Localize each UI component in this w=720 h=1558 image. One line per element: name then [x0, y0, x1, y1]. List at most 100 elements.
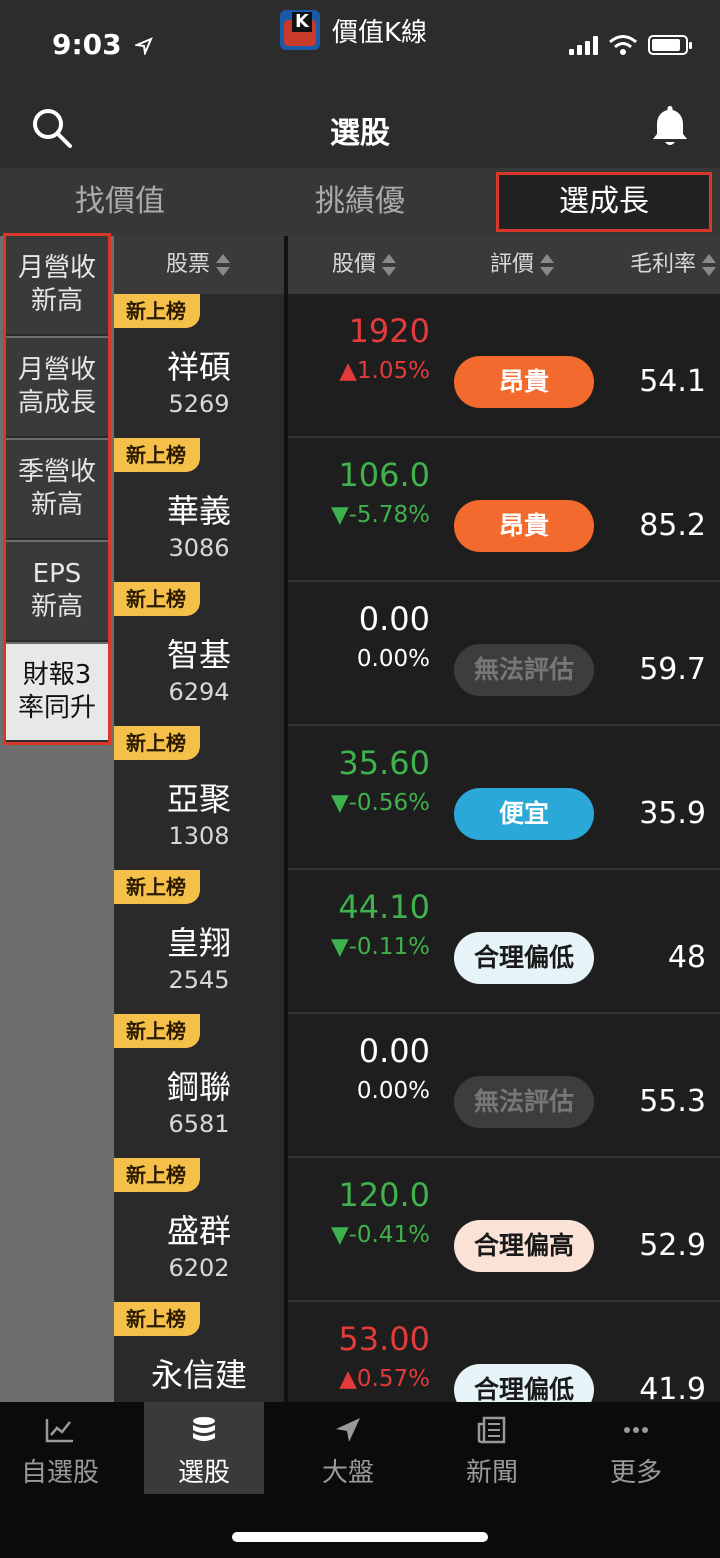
tab-more[interactable]: 更多	[576, 1402, 696, 1494]
stock-code: 3086	[168, 534, 230, 562]
price-change: 0.00%	[356, 1078, 430, 1104]
stock-code: 2545	[168, 966, 230, 994]
stock-name: 亞聚	[166, 780, 231, 818]
sidebar-highlight-frame	[3, 233, 111, 745]
home-indicator[interactable]	[232, 1532, 488, 1542]
rating-pill: 昂貴	[454, 356, 594, 408]
status-bar: 9:03 K 價值K線	[0, 0, 720, 90]
wifi-icon	[609, 35, 637, 55]
tab-market[interactable]: 大盤	[288, 1402, 408, 1494]
news-icon	[477, 1416, 506, 1444]
tab-stock-picker[interactable]: 選股	[144, 1402, 264, 1494]
app-name: 價值K線	[332, 17, 428, 48]
nav-bar: 選股	[0, 90, 720, 168]
tab-watchlist[interactable]: 自選股	[0, 1402, 120, 1494]
signal-icon	[569, 35, 598, 55]
stock-code: 1308	[168, 822, 230, 850]
stock-name: 鋼聯	[166, 1068, 231, 1106]
stock-price: 0.00	[358, 600, 430, 638]
stock-price: 106.0	[338, 456, 430, 494]
table-header: 股票 股價 評價 毛利率	[114, 236, 720, 294]
rating-pill: 無法評估	[454, 644, 594, 696]
filter-sidebar: 月營收 新高 月營收 高成長 季營收 新高 EPS 新高 財報3 率同升	[0, 233, 114, 1402]
gross-margin: 59.7	[639, 652, 706, 687]
new-listing-badge: 新上榜	[114, 870, 200, 904]
table-row[interactable]: 新上榜 智基 6294 0.00 0.00% 無法評估 59.7	[114, 582, 720, 726]
tab-news[interactable]: 新聞	[432, 1402, 552, 1494]
gross-margin: 85.2	[639, 508, 706, 543]
table-row[interactable]: 新上榜 皇翔 2545 44.10 ▼-0.11% 合理偏低 48	[114, 870, 720, 1014]
status-time: 9:03	[52, 28, 154, 61]
chart-icon	[45, 1419, 73, 1443]
rating-pill: 合理偏低	[454, 932, 594, 984]
price-change: ▼-5.78%	[330, 502, 430, 528]
price-change: ▲1.05%	[339, 358, 430, 384]
more-icon	[624, 1427, 648, 1433]
stock-code: 5269	[168, 390, 230, 418]
header-margin[interactable]: 毛利率	[630, 236, 717, 294]
stock-price: 0.00	[358, 1032, 430, 1070]
price-change: ▼-0.56%	[330, 790, 430, 816]
bell-icon[interactable]	[646, 102, 694, 150]
app-logo: K	[280, 10, 320, 50]
gross-margin: 35.9	[639, 796, 706, 831]
tab-pick-growth[interactable]: 選成長	[496, 172, 712, 232]
stock-price: 1920	[348, 312, 430, 350]
stock-list: 新上榜 祥碩 5269 1920 ▲1.05% 昂貴 54.1 新上榜 華義 3…	[114, 294, 720, 1402]
table-row[interactable]: 新上榜 永信建 53.00 ▲0.57% 合理偏低 41.9	[114, 1302, 720, 1402]
gross-margin: 48	[667, 940, 706, 975]
stock-code: 6294	[168, 678, 230, 706]
new-listing-badge: 新上榜	[114, 294, 200, 328]
rating-pill: 合理偏高	[454, 1220, 594, 1272]
stock-code: 6202	[168, 1254, 230, 1282]
rating-pill: 昂貴	[454, 500, 594, 552]
category-tabs: 找價值 挑績優 選成長	[0, 168, 720, 236]
stock-name: 皇翔	[166, 924, 231, 962]
stock-price: 44.10	[338, 888, 430, 926]
rating-pill: 合理偏低	[454, 1364, 594, 1402]
sort-icon	[540, 253, 555, 277]
stock-price: 35.60	[338, 744, 430, 782]
new-listing-badge: 新上榜	[114, 1302, 200, 1336]
stock-name: 智基	[166, 636, 231, 674]
new-listing-badge: 新上榜	[114, 1158, 200, 1192]
stock-price: 53.00	[338, 1320, 430, 1358]
database-icon	[193, 1417, 215, 1441]
page-title: 選股	[330, 116, 390, 151]
table-row[interactable]: 新上榜 祥碩 5269 1920 ▲1.05% 昂貴 54.1	[114, 294, 720, 438]
stock-name: 盛群	[166, 1212, 231, 1250]
header-stock[interactable]: 股票	[166, 236, 231, 294]
battery-icon	[648, 35, 692, 55]
header-rating[interactable]: 評價	[490, 236, 555, 294]
table-row[interactable]: 新上榜 鋼聯 6581 0.00 0.00% 無法評估 55.3	[114, 1014, 720, 1158]
gross-margin: 54.1	[639, 364, 706, 399]
stock-name: 華義	[166, 492, 231, 530]
tab-find-value[interactable]: 找價值	[0, 168, 240, 236]
sort-icon	[382, 253, 397, 277]
navigation-icon	[336, 1418, 360, 1442]
new-listing-badge: 新上榜	[114, 582, 200, 616]
gross-margin: 55.3	[639, 1084, 706, 1119]
tab-pick-performance[interactable]: 挑績優	[240, 168, 480, 236]
gross-margin: 41.9	[639, 1372, 706, 1402]
stock-name: 永信建	[150, 1356, 247, 1394]
stock-code: 6581	[168, 1110, 230, 1138]
price-change: ▼-0.11%	[330, 934, 430, 960]
header-price[interactable]: 股價	[332, 236, 397, 294]
gross-margin: 52.9	[639, 1228, 706, 1263]
new-listing-badge: 新上榜	[114, 726, 200, 760]
table-row[interactable]: 新上榜 盛群 6202 120.0 ▼-0.41% 合理偏高 52.9	[114, 1158, 720, 1302]
rating-pill: 無法評估	[454, 1076, 594, 1128]
app-indicator: K 價值K線	[280, 8, 427, 52]
price-change: 0.00%	[356, 646, 430, 672]
sort-icon	[702, 253, 717, 277]
table-row[interactable]: 新上榜 亞聚 1308 35.60 ▼-0.56% 便宜 35.9	[114, 726, 720, 870]
stock-name: 祥碩	[166, 348, 231, 386]
new-listing-badge: 新上榜	[114, 438, 200, 472]
table-row[interactable]: 新上榜 華義 3086 106.0 ▼-5.78% 昂貴 85.2	[114, 438, 720, 582]
new-listing-badge: 新上榜	[114, 1014, 200, 1048]
status-icons	[569, 34, 692, 56]
price-change: ▲0.57%	[339, 1366, 430, 1392]
sort-icon	[216, 253, 231, 277]
location-arrow-icon	[133, 37, 154, 57]
